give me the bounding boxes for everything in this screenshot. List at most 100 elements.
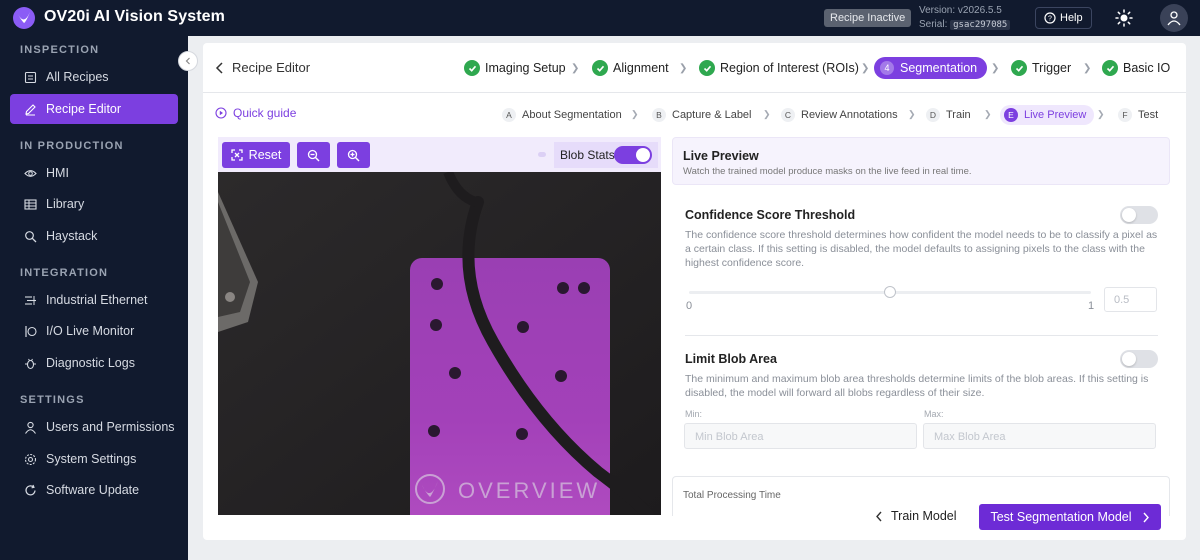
- sidebar-item-label: Software Update: [46, 483, 140, 497]
- chevron-right-icon: ❯: [571, 63, 580, 74]
- zoom-out-button[interactable]: [297, 142, 330, 168]
- chevron-left-icon: [215, 61, 223, 74]
- reset-button[interactable]: Reset: [222, 142, 290, 168]
- substep-letter: B: [652, 108, 666, 122]
- main-panel: Recipe Editor Imaging Setup ❯ Alignment …: [203, 43, 1186, 540]
- check-icon: [1102, 60, 1118, 76]
- test-segmentation-model-button[interactable]: Test Segmentation Model: [979, 504, 1161, 530]
- recipe-status-badge: Recipe Inactive: [824, 9, 912, 27]
- chevron-left-icon: [876, 511, 882, 521]
- sun-icon[interactable]: [1114, 8, 1134, 28]
- chevron-right-icon: ❯: [1083, 63, 1092, 74]
- step-region-of-interest[interactable]: Region of Interest (ROIs): [699, 57, 859, 79]
- sidebar-item-label: Library: [46, 197, 85, 211]
- sidebar-item-system-settings[interactable]: System Settings: [10, 444, 178, 474]
- processing-time-label: Total Processing Time: [683, 490, 781, 501]
- substep-train[interactable]: D Train: [926, 105, 971, 125]
- blob-area-description: The minimum and maximum blob area thresh…: [685, 373, 1149, 399]
- section-divider: [685, 335, 1158, 336]
- max-blob-label: Max:: [924, 409, 944, 419]
- sidebar: INSPECTION All Recipes Recipe Editor IN …: [0, 36, 188, 560]
- blob-area-title: Limit Blob Area: [685, 352, 777, 366]
- sidebar-item-label: I/O Live Monitor: [46, 324, 135, 338]
- sidebar-item-all-recipes[interactable]: All Recipes: [10, 62, 178, 92]
- section-title-settings: SETTINGS: [20, 394, 85, 406]
- help-icon: ?: [1044, 12, 1056, 24]
- part-watermark: OVERVIEW: [458, 478, 600, 503]
- help-button[interactable]: ? Help: [1035, 7, 1092, 29]
- back-label: Recipe Editor: [232, 60, 311, 75]
- wizard-header: Recipe Editor Imaging Setup ❯ Alignment …: [203, 43, 1186, 93]
- user-avatar[interactable]: [1160, 4, 1188, 32]
- check-icon: [699, 60, 715, 76]
- confidence-description: The confidence score threshold determine…: [685, 229, 1158, 269]
- sidebar-item-users-permissions[interactable]: Users and Permissions: [10, 412, 178, 442]
- sidebar-item-label: Industrial Ethernet: [46, 293, 148, 307]
- blob-indicator: [538, 152, 546, 157]
- blob-area-toggle[interactable]: [1120, 350, 1158, 368]
- step-alignment[interactable]: Alignment: [592, 57, 669, 79]
- serial-value: gsac297085: [950, 20, 1011, 30]
- blob-stats-toggle[interactable]: [614, 146, 652, 164]
- play-circle-icon: [215, 107, 227, 119]
- train-model-button[interactable]: Train Model: [875, 509, 957, 523]
- chevron-right-icon: ❯: [631, 109, 639, 119]
- train-model-label: Train Model: [891, 509, 957, 523]
- sidebar-item-library[interactable]: Library: [10, 189, 178, 219]
- step-segmentation[interactable]: 4 Segmentation: [874, 57, 988, 79]
- back-to-recipe-editor[interactable]: Recipe Editor: [215, 60, 310, 75]
- confidence-toggle[interactable]: [1120, 206, 1158, 224]
- confidence-title: Confidence Score Threshold: [685, 208, 856, 222]
- substep-label: Test: [1138, 109, 1159, 121]
- edit-icon: [23, 102, 37, 116]
- section-title-in-production: IN PRODUCTION: [20, 140, 124, 152]
- live-preview-title: Live Preview: [683, 149, 759, 163]
- sidebar-item-diagnostic-logs[interactable]: Diagnostic Logs: [10, 348, 178, 378]
- sidebar-item-hmi[interactable]: HMI: [10, 158, 178, 188]
- sidebar-item-io-live-monitor[interactable]: I/O Live Monitor: [10, 316, 178, 346]
- substep-letter: D: [926, 108, 940, 122]
- check-icon: [592, 60, 608, 76]
- chevron-right-icon: ❯: [984, 109, 992, 119]
- confidence-slider-thumb[interactable]: [884, 286, 896, 298]
- fit-screen-icon: [231, 149, 243, 161]
- confidence-value-input[interactable]: 0.5: [1104, 287, 1157, 312]
- step-imaging-setup[interactable]: Imaging Setup: [464, 57, 566, 79]
- substep-about-segmentation[interactable]: A About Segmentation: [502, 105, 622, 125]
- zoom-in-button[interactable]: [337, 142, 370, 168]
- step-trigger[interactable]: Trigger: [1011, 57, 1071, 79]
- substep-label: Review Annotations: [801, 109, 898, 121]
- chevron-right-icon: ❯: [861, 63, 870, 74]
- quick-guide-link[interactable]: Quick guide: [215, 106, 296, 120]
- sidebar-item-haystack[interactable]: Haystack: [10, 221, 178, 251]
- chevron-left-icon: [185, 57, 190, 65]
- chevron-right-icon: ❯: [908, 109, 916, 119]
- live-preview-subtitle: Watch the trained model produce masks on…: [683, 166, 972, 177]
- chevron-right-icon: ❯: [1097, 109, 1105, 119]
- serial-row: Serial: gsac297085: [919, 18, 1011, 32]
- sidebar-item-software-update[interactable]: Software Update: [10, 475, 178, 505]
- sidebar-collapse-button[interactable]: [178, 51, 198, 71]
- min-blob-label: Min:: [685, 409, 703, 419]
- substep-review-annotations[interactable]: C Review Annotations: [781, 105, 898, 125]
- bug-icon: [23, 356, 37, 370]
- min-blob-area-input[interactable]: Min Blob Area: [684, 423, 917, 449]
- step-label: Region of Interest (ROIs): [720, 61, 859, 75]
- sidebar-item-label: Diagnostic Logs: [46, 356, 135, 370]
- substep-test[interactable]: F Test: [1118, 105, 1158, 125]
- sidebar-item-industrial-ethernet[interactable]: Industrial Ethernet: [10, 285, 178, 315]
- camera-image: OVERVIEW: [218, 172, 661, 515]
- substep-live-preview[interactable]: E Live Preview: [1000, 105, 1095, 125]
- section-title-integration: INTEGRATION: [20, 267, 109, 279]
- substep-capture-label[interactable]: B Capture & Label: [652, 105, 752, 125]
- sidebar-item-recipe-editor[interactable]: Recipe Editor: [10, 94, 178, 124]
- image-toolbar: Reset Blob Stats: [218, 137, 661, 172]
- substep-label: About Segmentation: [522, 109, 622, 121]
- top-bar: OV20i AI Vision System Recipe Inactive V…: [0, 0, 1200, 36]
- max-blob-area-input[interactable]: Max Blob Area: [923, 423, 1156, 449]
- step-basic-io[interactable]: Basic IO: [1102, 57, 1170, 79]
- substep-letter: F: [1118, 108, 1132, 122]
- chevron-right-icon: [1143, 512, 1149, 522]
- table-icon: [23, 197, 37, 211]
- live-camera-feed[interactable]: OVERVIEW: [218, 172, 661, 515]
